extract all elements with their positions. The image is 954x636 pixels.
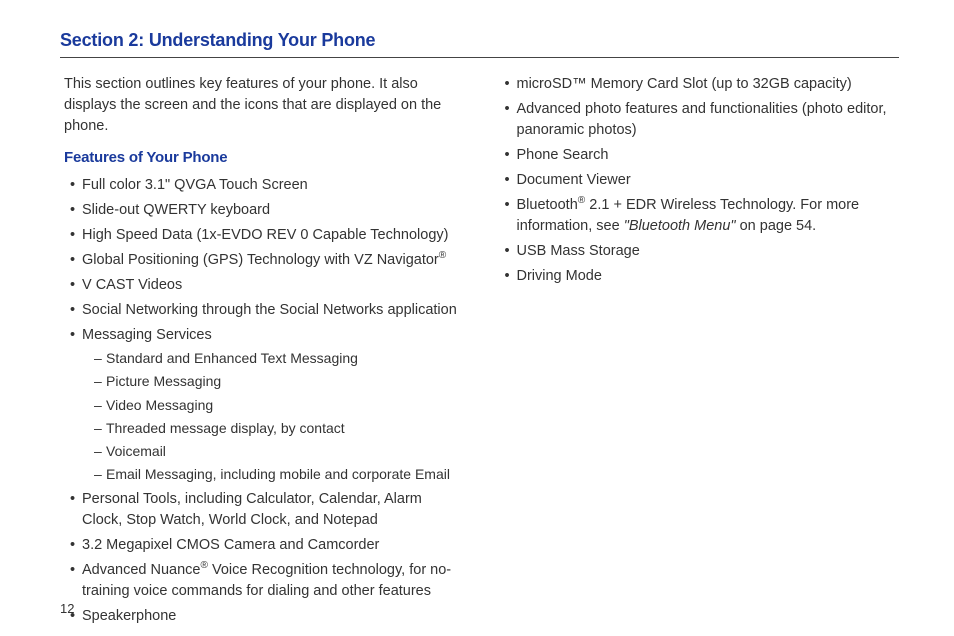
sub-list-item: Email Messaging, including mobile and co… (96, 464, 465, 484)
list-item: Social Networking through the Social Net… (74, 300, 465, 321)
sub-list-item: Picture Messaging (96, 371, 465, 391)
list-item: V CAST Videos (74, 275, 465, 296)
section-title: Section 2: Understanding Your Phone (60, 30, 899, 58)
list-item: Advanced photo features and functionalit… (509, 99, 900, 141)
sub-list-item: Threaded message display, by contact (96, 418, 465, 438)
list-item-text: Advanced Nuance (82, 562, 201, 578)
list-item-text: on page 54. (736, 218, 817, 234)
sub-list: Standard and Enhanced Text Messaging Pic… (82, 348, 465, 485)
list-item: Speakerphone (74, 606, 465, 627)
list-item: USB Mass Storage (509, 241, 900, 262)
list-item: Phone Search (509, 145, 900, 166)
sub-list-item: Voicemail (96, 441, 465, 461)
list-item: Bluetooth® 2.1 + EDR Wireless Technology… (509, 195, 900, 237)
list-item: Document Viewer (509, 170, 900, 191)
feature-list-right: microSD™ Memory Card Slot (up to 32GB ca… (495, 74, 900, 287)
sub-list-item: Standard and Enhanced Text Messaging (96, 348, 465, 368)
list-item: High Speed Data (1x-EVDO REV 0 Capable T… (74, 225, 465, 246)
intro-text: This section outlines key features of yo… (60, 74, 465, 137)
sub-list-item: Video Messaging (96, 395, 465, 415)
list-item: 3.2 Megapixel CMOS Camera and Camcorder (74, 535, 465, 556)
column-left: This section outlines key features of yo… (60, 74, 465, 631)
list-item: Personal Tools, including Calculator, Ca… (74, 489, 465, 531)
list-item: Full color 3.1" QVGA Touch Screen (74, 175, 465, 196)
page-number: 12 (60, 601, 74, 616)
list-item: Global Positioning (GPS) Technology with… (74, 250, 465, 271)
list-item: Slide-out QWERTY keyboard (74, 200, 465, 221)
body-columns: This section outlines key features of yo… (60, 74, 899, 631)
list-item-text: Messaging Services (82, 327, 212, 343)
list-item-text: Bluetooth (517, 197, 578, 213)
registered-mark: ® (201, 560, 208, 571)
cross-reference: "Bluetooth Menu" (624, 218, 736, 234)
list-item: Messaging Services Standard and Enhanced… (74, 325, 465, 485)
list-item: Driving Mode (509, 266, 900, 287)
feature-list-left: Full color 3.1" QVGA Touch Screen Slide-… (60, 175, 465, 627)
list-item: microSD™ Memory Card Slot (up to 32GB ca… (509, 74, 900, 95)
registered-mark: ® (439, 250, 446, 261)
features-heading: Features of Your Phone (60, 147, 465, 169)
list-item-text: Global Positioning (GPS) Technology with… (82, 252, 439, 268)
list-item: Advanced Nuance® Voice Recognition techn… (74, 560, 465, 602)
column-right: microSD™ Memory Card Slot (up to 32GB ca… (495, 74, 900, 631)
